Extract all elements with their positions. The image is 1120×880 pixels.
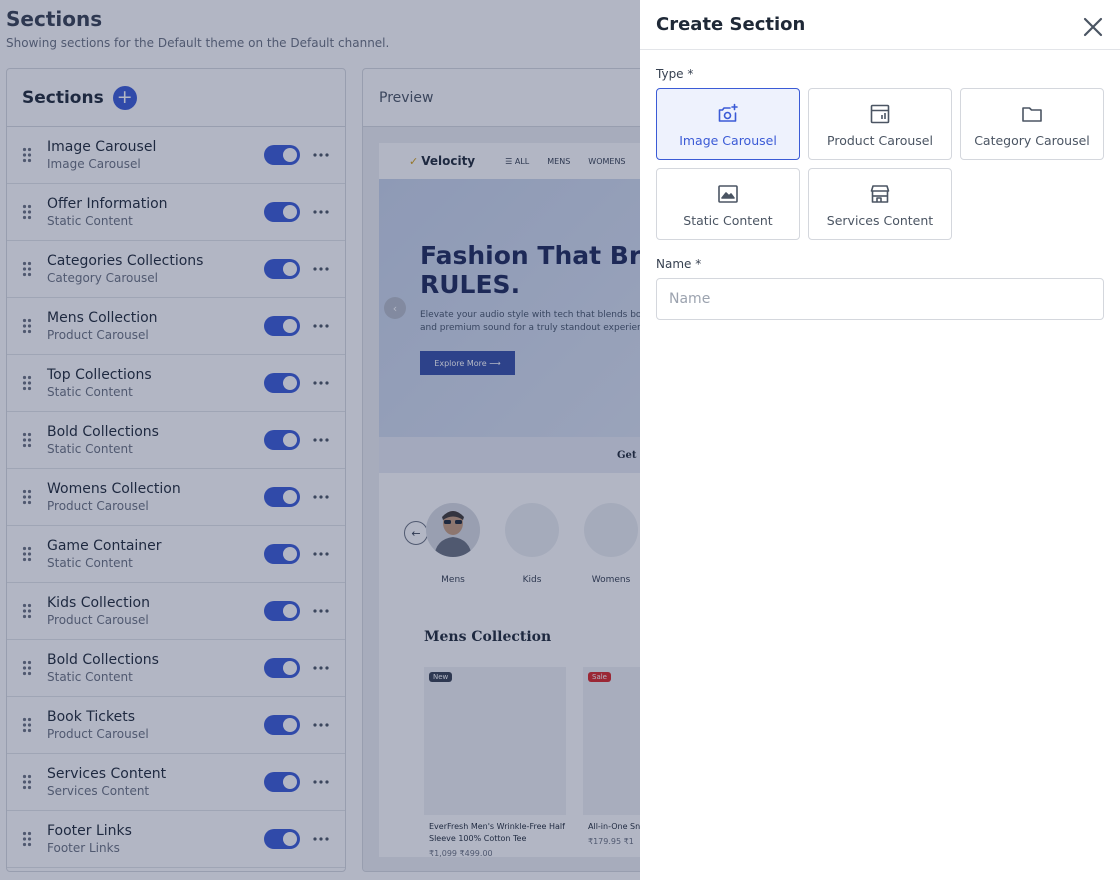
- name-input[interactable]: [656, 278, 1104, 320]
- type-option-category-carousel[interactable]: Category Carousel: [960, 88, 1104, 160]
- type-option-label: Services Content: [826, 213, 934, 228]
- image-add-icon: [716, 102, 740, 126]
- close-icon: [1083, 17, 1103, 37]
- type-field-label: Type *: [656, 67, 694, 81]
- drawer-header: Create Section: [640, 0, 1120, 50]
- type-option-image-carousel[interactable]: Image Carousel: [656, 88, 800, 160]
- image-frame-icon: [716, 182, 740, 206]
- type-option-label: Static Content: [683, 213, 773, 228]
- close-button[interactable]: [1082, 16, 1104, 38]
- name-field-label: Name *: [656, 257, 702, 271]
- type-option-label: Category Carousel: [974, 133, 1090, 148]
- create-section-drawer: Create Section Type * Image Carousel Pro: [640, 0, 1120, 880]
- type-option-label: Product Carousel: [827, 133, 933, 148]
- folder-icon: [1020, 102, 1044, 126]
- product-carousel-icon: [868, 102, 892, 126]
- type-option-label: Image Carousel: [679, 133, 777, 148]
- type-option-services-content[interactable]: Services Content: [808, 168, 952, 240]
- modal-backdrop[interactable]: [0, 0, 640, 880]
- storefront-icon: [868, 182, 892, 206]
- type-option-static-content[interactable]: Static Content: [656, 168, 800, 240]
- drawer-title: Create Section: [656, 14, 806, 35]
- type-option-product-carousel[interactable]: Product Carousel: [808, 88, 952, 160]
